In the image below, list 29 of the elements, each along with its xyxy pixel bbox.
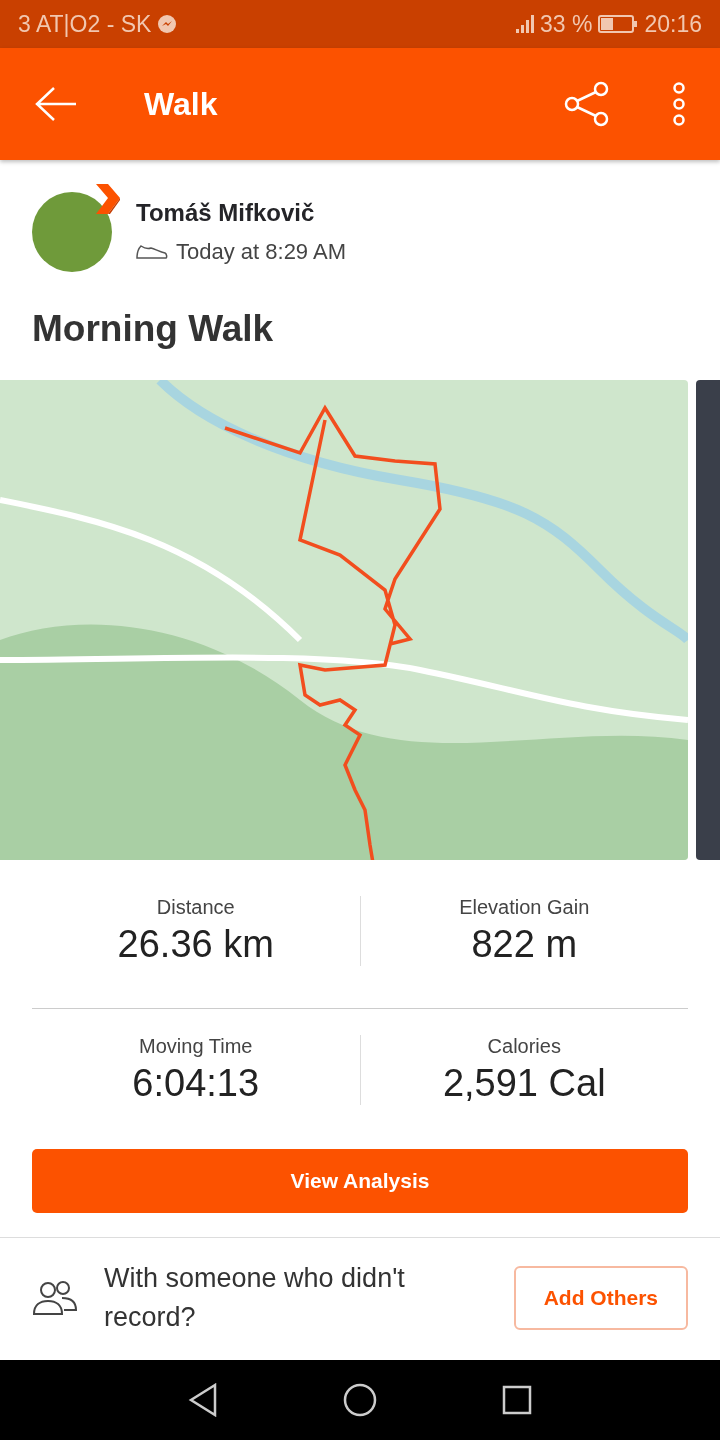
battery-icon (598, 14, 639, 34)
back-triangle-icon[interactable] (188, 1383, 218, 1417)
stat-label: Elevation Gain (459, 896, 590, 919)
view-analysis-button[interactable]: View Analysis (32, 1149, 688, 1213)
activity-title: Morning Walk (32, 308, 275, 350)
share-icon[interactable] (564, 81, 610, 127)
add-others-button[interactable]: Add Others (513, 1266, 688, 1330)
battery-percent: 33 % (540, 10, 593, 38)
stat-value: 2,591 Cal (442, 1062, 606, 1105)
stat-label: Distance (156, 896, 235, 919)
stat-label: Moving Time (139, 1035, 253, 1058)
shoe-icon (136, 244, 168, 260)
stat-value: 822 m (471, 923, 578, 966)
messenger-icon (157, 14, 178, 34)
stat-value: 26.36 km (117, 923, 274, 966)
more-options-icon[interactable] (672, 82, 686, 126)
stat-value: 6:04:13 (132, 1062, 260, 1105)
activity-time: Today at 8:29 AM (176, 239, 346, 265)
stat-label: Calories (487, 1035, 561, 1058)
home-circle-icon[interactable] (343, 1383, 377, 1417)
athlete-name[interactable]: Tomáš Mifkovič (136, 199, 346, 227)
prompt-text: With someone who didn't record? (104, 1261, 406, 1334)
screen-title: Walk (144, 85, 219, 123)
back-arrow-icon[interactable] (34, 86, 78, 122)
recents-square-icon[interactable] (502, 1385, 532, 1415)
carrier-text: 3 AT|O2 - SK (18, 10, 152, 38)
people-icon (32, 1280, 78, 1316)
clock-text: 20:16 (644, 10, 702, 38)
signal-icon (516, 15, 534, 33)
